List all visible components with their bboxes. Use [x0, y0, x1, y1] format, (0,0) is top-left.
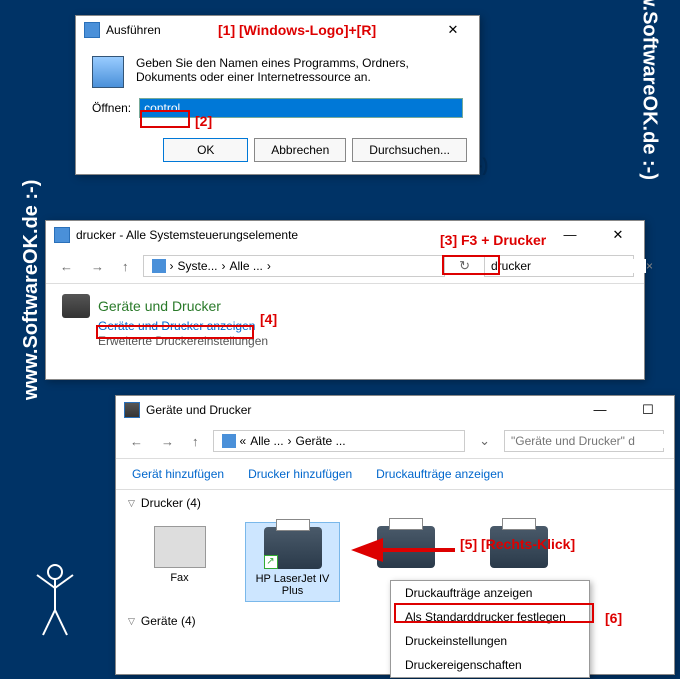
search-window-title: drucker - Alle Systemsteuerungselemente [76, 228, 298, 242]
printer-icon: ↗ [264, 527, 322, 569]
annotation-4: [4] [260, 311, 277, 327]
dropdown-icon[interactable]: ⌄ [475, 431, 494, 451]
device-hp-laserjet[interactable]: ↗ HP LaserJet IV Plus [245, 522, 340, 602]
clear-search-icon[interactable]: × [646, 259, 653, 273]
ok-button[interactable]: OK [163, 138, 248, 162]
cancel-button[interactable]: Abbrechen [254, 138, 346, 162]
annotation-1: [1] [Windows-Logo]+[R] [218, 22, 376, 38]
control-panel-search-window: drucker - Alle Systemsteuerungselemente … [45, 220, 645, 380]
watermark-right: www.SoftwareOK.de :-) [637, 0, 660, 180]
breadcrumb-icon [152, 259, 166, 273]
run-title: Ausführen [106, 23, 161, 37]
chevron-down-icon: ▽ [128, 498, 135, 509]
stick-figure-icon [25, 560, 85, 640]
annotation-5: [5] [Rechts-Klick] [460, 536, 575, 552]
breadcrumb-icon [222, 434, 236, 448]
maximize-icon[interactable]: ☐ [630, 402, 666, 418]
back-icon[interactable]: ← [126, 432, 147, 451]
annotation-2: [2] [195, 113, 212, 129]
highlight-box-3 [442, 255, 500, 275]
red-arrow-icon [370, 540, 460, 565]
add-printer-button[interactable]: Drucker hinzufügen [248, 467, 352, 481]
add-device-button[interactable]: Gerät hinzufügen [132, 467, 224, 481]
breadcrumb[interactable]: « Alle ... › Geräte ... [213, 430, 466, 452]
highlight-box-2 [140, 110, 190, 128]
browse-button[interactable]: Durchsuchen... [352, 138, 467, 162]
devices-search-input[interactable] [511, 434, 666, 448]
run-icon-small [84, 22, 100, 38]
menu-print-settings[interactable]: Druckeinstellungen [391, 629, 589, 653]
search-input[interactable] [491, 259, 646, 273]
search-titlebar[interactable]: drucker - Alle Systemsteuerungselemente … [46, 221, 644, 249]
watermark-left: www.SoftwareOK.de :-) [20, 180, 43, 400]
chevron-down-icon: ▽ [128, 616, 135, 627]
printers-section-header[interactable]: ▽ Drucker (4) [116, 490, 674, 516]
devices-window-title: Geräte und Drucker [146, 403, 251, 417]
highlight-box-6 [394, 603, 594, 623]
devices-window-icon [124, 402, 140, 418]
forward-icon[interactable]: → [87, 257, 108, 276]
devices-category-icon [62, 294, 90, 318]
close-icon[interactable]: ✕ [435, 22, 471, 38]
annotation-6: [6] [605, 610, 622, 626]
minimize-icon[interactable]: — [552, 227, 588, 243]
fax-icon [154, 526, 206, 568]
printer-context-menu: Druckaufträge anzeigen Als Standarddruck… [390, 580, 590, 678]
search-box[interactable]: × [484, 255, 634, 277]
close-icon[interactable]: ✕ [600, 227, 636, 243]
devices-toolbar: Gerät hinzufügen Drucker hinzufügen Druc… [116, 459, 674, 490]
view-print-jobs-button[interactable]: Druckaufträge anzeigen [376, 467, 503, 481]
run-program-icon [92, 56, 124, 88]
result-category[interactable]: Geräte und Drucker [98, 298, 221, 314]
highlight-box-4 [96, 325, 254, 339]
control-panel-icon [54, 227, 70, 243]
breadcrumb[interactable]: › Syste... › Alle ... › [143, 255, 446, 277]
run-dialog-window: Ausführen ✕ Geben Sie den Namen eines Pr… [75, 15, 480, 175]
run-description: Geben Sie den Namen eines Programms, Ord… [136, 56, 463, 84]
up-icon[interactable]: ↑ [118, 257, 133, 276]
run-open-label: Öffnen: [92, 101, 131, 115]
back-icon[interactable]: ← [56, 257, 77, 276]
devices-search-box[interactable] [504, 430, 664, 452]
device-fax[interactable]: Fax [132, 522, 227, 602]
devices-titlebar[interactable]: Geräte und Drucker — ☐ [116, 396, 674, 424]
menu-printer-properties[interactable]: Druckereigenschaften [391, 653, 589, 677]
annotation-3: [3] F3 + Drucker [440, 232, 546, 248]
forward-icon[interactable]: → [157, 432, 178, 451]
shortcut-badge-icon: ↗ [264, 555, 278, 569]
up-icon[interactable]: ↑ [188, 432, 203, 451]
minimize-icon[interactable]: — [582, 402, 618, 418]
menu-view-jobs[interactable]: Druckaufträge anzeigen [391, 581, 589, 605]
